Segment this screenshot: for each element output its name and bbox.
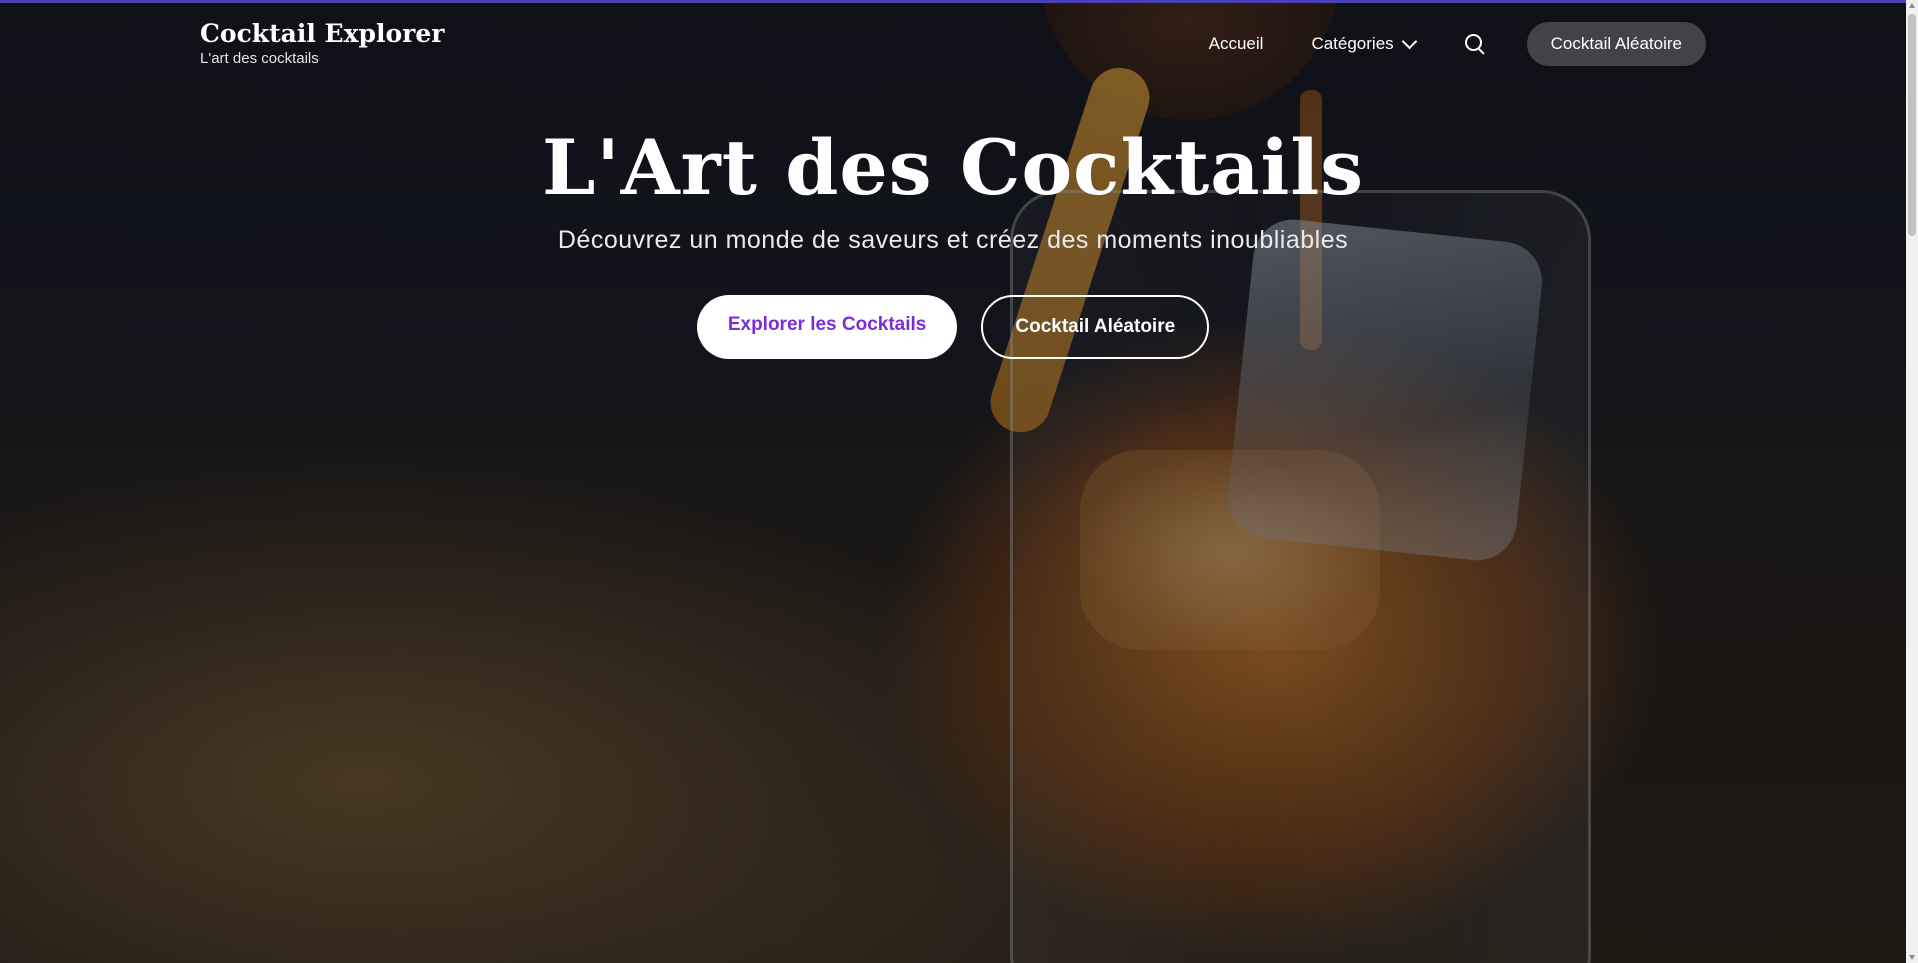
scroll-down-arrow-icon[interactable] xyxy=(1909,955,1915,960)
brand[interactable]: Cocktail Explorer L'art des cocktails xyxy=(200,18,444,68)
hero-subtitle: Découvrez un monde de saveurs et créez d… xyxy=(557,226,1349,254)
vertical-scrollbar[interactable] xyxy=(1906,0,1918,963)
explore-cocktails-button[interactable]: Explorer les Cocktails xyxy=(696,295,958,359)
brand-subtitle: L'art des cocktails xyxy=(200,50,319,67)
nav-home-link[interactable]: Accueil xyxy=(1209,34,1264,54)
nav-categories-dropdown[interactable]: Catégories xyxy=(1311,33,1417,54)
brand-title: Cocktail Explorer xyxy=(200,19,445,48)
hero-section: L'Art des Cocktails Découvrez un monde d… xyxy=(0,118,1906,359)
chevron-down-icon xyxy=(1401,33,1417,49)
scroll-up-arrow-icon[interactable] xyxy=(1909,3,1915,8)
page: Cocktail Explorer L'art des cocktails Ac… xyxy=(0,0,1906,963)
site-header: Cocktail Explorer L'art des cocktails Ac… xyxy=(0,0,1906,90)
main-nav: Accueil Catégories Cocktail Aléatoire xyxy=(1209,22,1706,66)
scrollbar-thumb[interactable] xyxy=(1908,14,1916,236)
nav-categories-label: Catégories xyxy=(1311,34,1394,53)
hero-buttons: Explorer les Cocktails Cocktail Aléatoir… xyxy=(0,295,1906,359)
random-cocktail-button[interactable]: Cocktail Aléatoire xyxy=(981,295,1210,359)
search-icon[interactable] xyxy=(1463,32,1487,56)
random-cocktail-nav-button[interactable]: Cocktail Aléatoire xyxy=(1526,22,1706,66)
hero-title: L'Art des Cocktails xyxy=(541,123,1364,212)
